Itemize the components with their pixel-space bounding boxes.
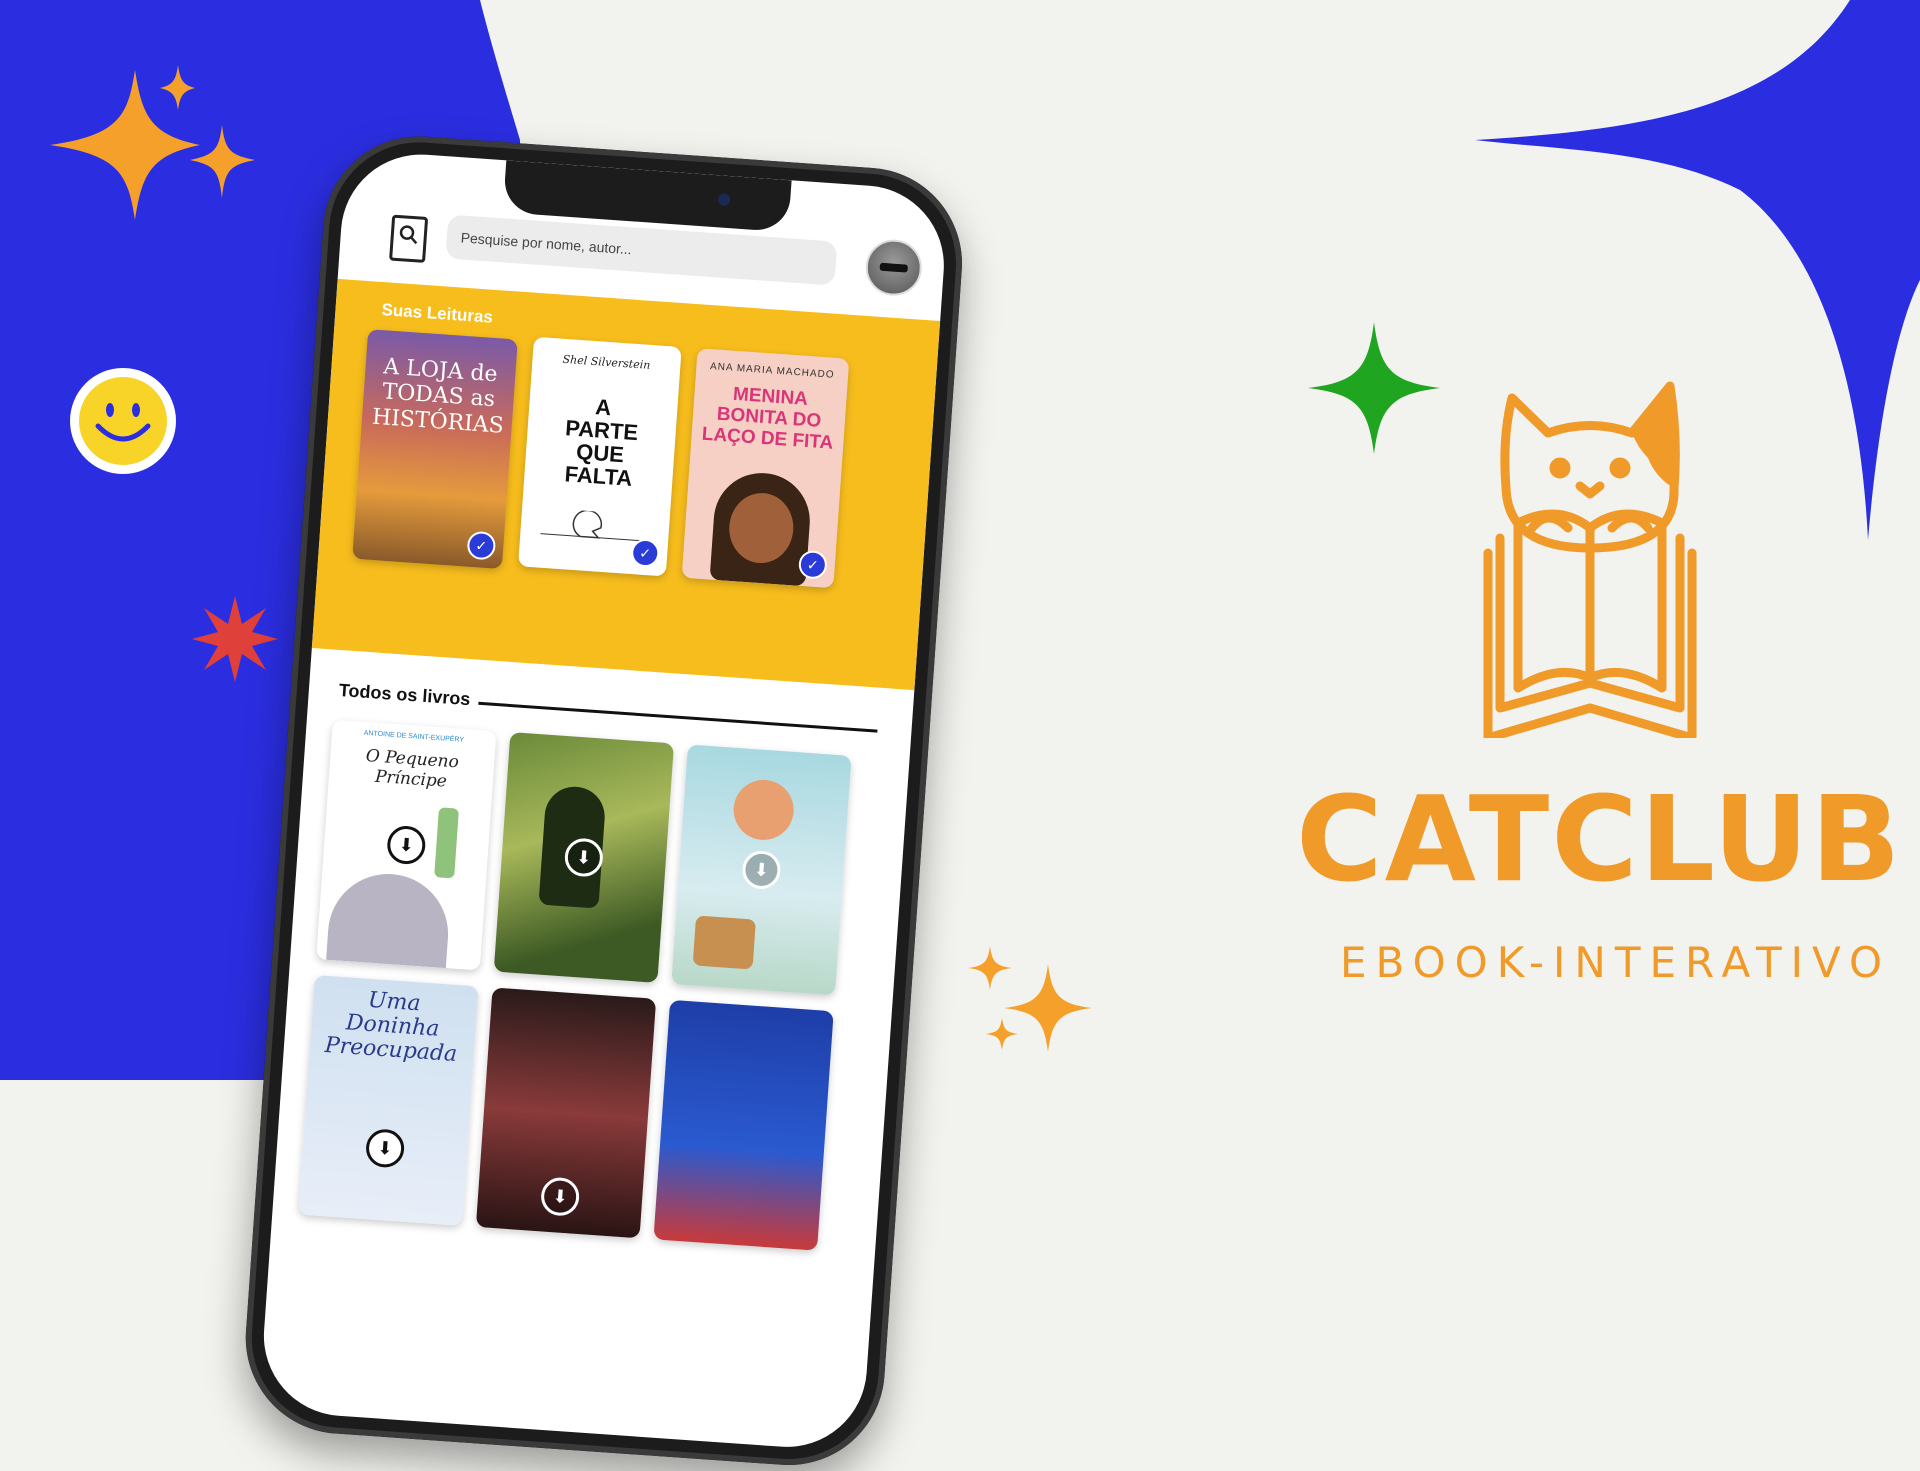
phone-mockup: Pesquise por nome, autor... Suas Leitura…: [239, 130, 969, 1471]
download-icon[interactable]: ⬇: [386, 824, 427, 866]
search-input[interactable]: Pesquise por nome, autor...: [445, 214, 838, 286]
library-search-icon[interactable]: [389, 214, 429, 263]
check-icon: ✓: [466, 530, 497, 561]
book-card[interactable]: ⬇: [475, 987, 657, 1239]
book-author: Shel Silverstein: [562, 352, 651, 372]
book-card[interactable]: A LOJA de TODAS as HISTÓRIAS ✓: [352, 329, 518, 570]
book-card[interactable]: ANA MARIA MACHADO MENINA BONITA DO LAÇO …: [681, 348, 850, 589]
book-title: O Pequeno Príncipe: [365, 746, 460, 792]
book-title: MENINA BONITA DO LAÇO DE FITA: [701, 383, 834, 454]
book-card[interactable]: ⬇: [493, 732, 675, 983]
brand-tagline: EBOOK-INTERATIVO: [1340, 938, 1892, 987]
check-icon: ✓: [630, 538, 661, 568]
download-icon[interactable]: ⬇: [364, 1128, 406, 1169]
sparkle-icon: [968, 946, 1092, 1052]
smiley-icon: [70, 368, 176, 474]
section-title: Todos os livros: [338, 680, 472, 710]
book-card[interactable]: Shel Silverstein A PARTE QUE FALTA ✓: [518, 336, 682, 577]
phone-screen: Pesquise por nome, autor... Suas Leitura…: [258, 149, 950, 1453]
book-title: A PARTE QUE FALTA: [563, 394, 639, 492]
search-icon: [399, 225, 418, 245]
book-title: Uma Doninha Preocupada: [323, 987, 458, 1068]
reading-section: Suas Leituras A LOJA de TODAS as HISTÓRI…: [311, 278, 941, 691]
sparkle-icon: [1308, 322, 1440, 454]
book-card[interactable]: ⬇: [671, 744, 852, 996]
brand-name: CATCLUB: [1296, 770, 1903, 908]
book-author: ANTOINE DE SAINT-EXUPÉRY: [363, 729, 465, 744]
book-card[interactable]: [653, 999, 834, 1251]
book-title: A LOJA de TODAS as HISTÓRIAS: [371, 354, 505, 439]
book-card[interactable]: ANTOINE DE SAINT-EXUPÉRY O Pequeno Prínc…: [316, 719, 497, 971]
download-icon[interactable]: ⬇: [741, 849, 782, 891]
cat-book-logo-icon: [1483, 381, 1697, 738]
avatar[interactable]: [863, 237, 924, 298]
section-title: Suas Leituras: [380, 300, 494, 327]
download-icon[interactable]: ⬇: [539, 1176, 581, 1217]
book-author: ANA MARIA MACHADO: [709, 361, 835, 381]
starburst-icon: [192, 596, 278, 682]
sparkle-icon: [50, 65, 255, 220]
divider: [478, 701, 878, 733]
book-card[interactable]: Uma Doninha Preocupada ⬇: [298, 975, 479, 1226]
